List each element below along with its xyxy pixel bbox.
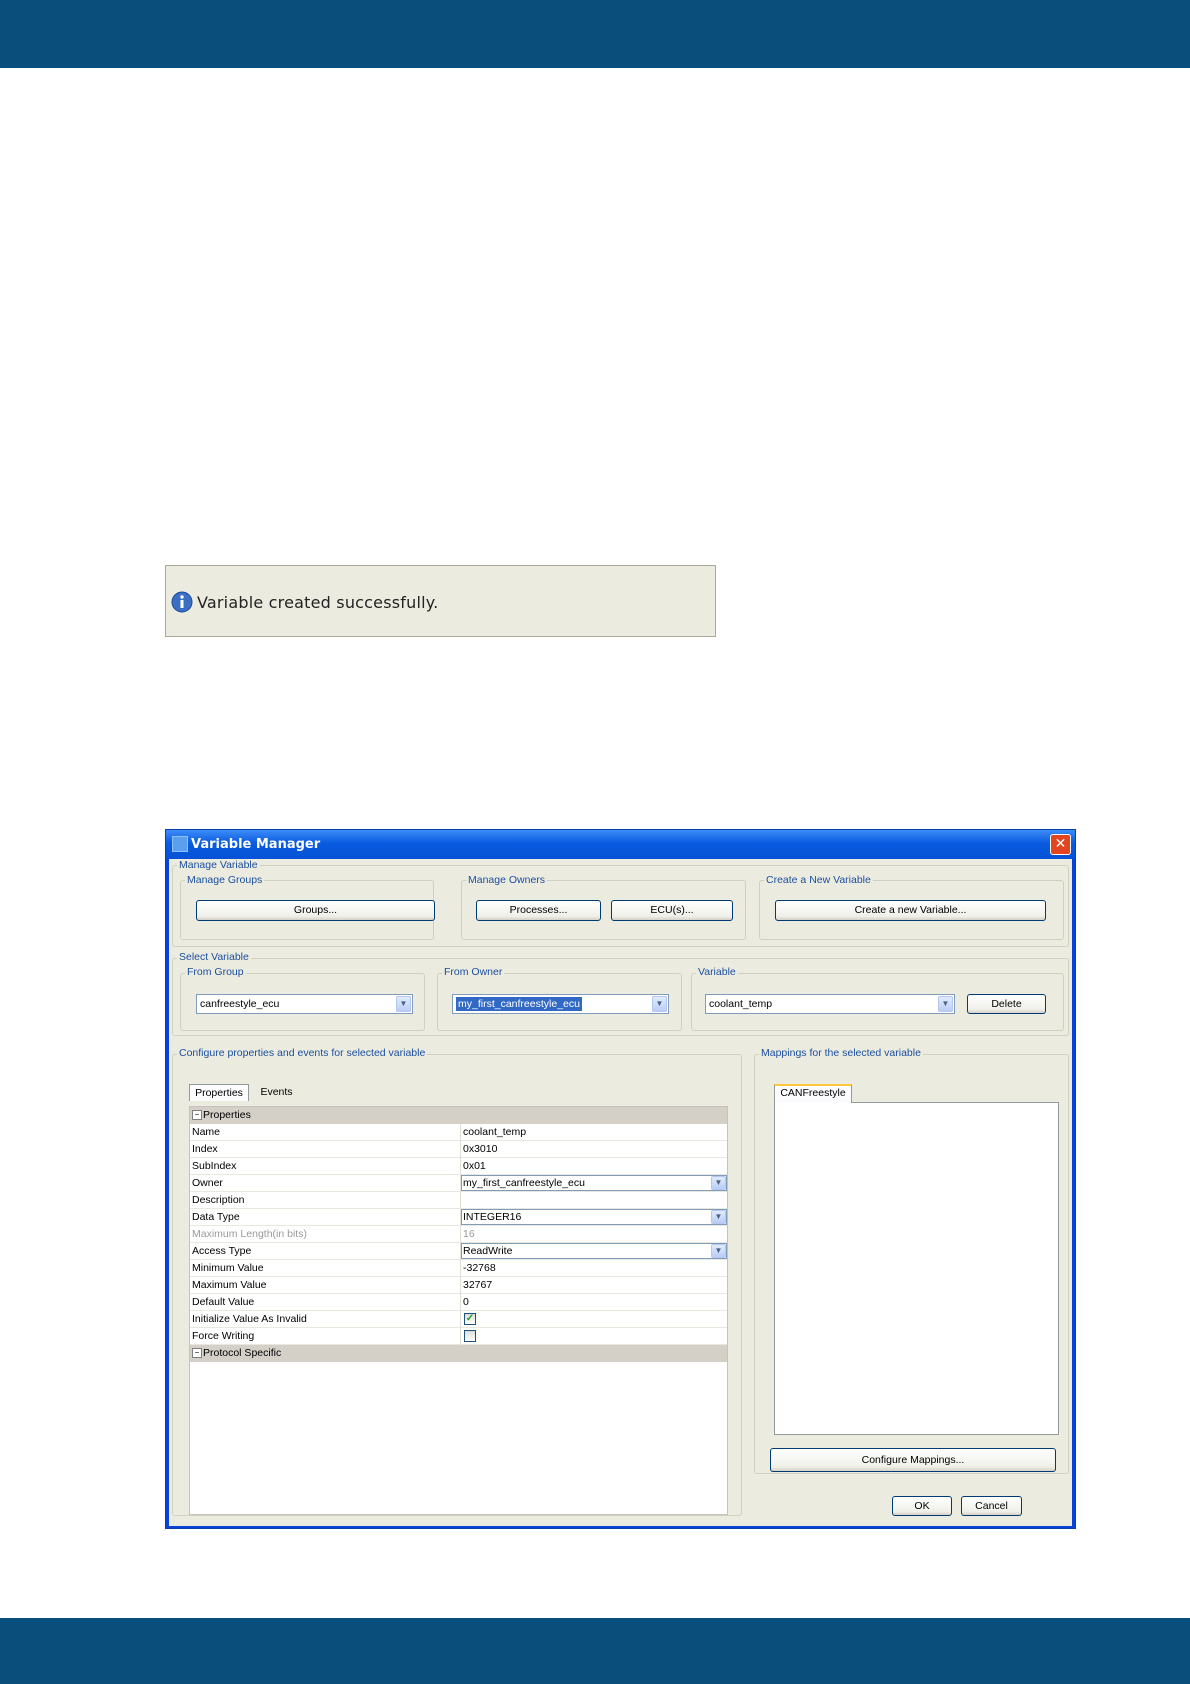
owner-select[interactable]: my_first_canfreestyle_ecu ▼ — [461, 1175, 727, 1191]
close-icon[interactable]: ✕ — [1050, 834, 1071, 855]
property-name: Description — [192, 1194, 245, 1206]
mappings-legend: Mappings for the selected variable — [759, 1047, 923, 1059]
property-value[interactable]: -32768 — [463, 1260, 727, 1276]
property-name: Default Value — [192, 1296, 255, 1308]
groups-button[interactable]: Groups... — [196, 900, 435, 921]
property-name: Maximum Value — [192, 1279, 267, 1291]
chevron-down-icon[interactable]: ▼ — [711, 1176, 726, 1190]
property-value[interactable]: 0x01 — [463, 1158, 727, 1174]
property-row-max-value[interactable]: Maximum Value 32767 — [190, 1277, 727, 1294]
property-value: 16 — [463, 1228, 475, 1240]
property-name: Index — [192, 1143, 218, 1155]
variable-manager-dialog: Variable Manager ✕ Manage Variable Manag… — [165, 829, 1076, 1529]
property-value: my_first_canfreestyle_ecu — [463, 1177, 585, 1189]
property-row-init-invalid[interactable]: Initialize Value As Invalid ✓ — [190, 1311, 727, 1328]
dialog-client-area: Manage Variable Manage Groups Groups... … — [169, 859, 1072, 1526]
from-owner-legend: From Owner — [442, 966, 505, 978]
create-variable-legend: Create a New Variable — [764, 874, 873, 886]
variable-value: coolant_temp — [709, 998, 773, 1010]
from-owner-select[interactable]: my_first_canfreestyle_ecu ▼ — [452, 994, 669, 1014]
property-row-data-type[interactable]: Data Type INTEGER16 ▼ — [190, 1209, 727, 1226]
property-value[interactable]: 0 — [463, 1294, 727, 1310]
access-type-select[interactable]: ReadWrite ▼ — [461, 1243, 727, 1259]
property-row-subindex[interactable]: SubIndex 0x01 — [190, 1158, 727, 1175]
manage-groups-legend: Manage Groups — [185, 874, 265, 886]
app-icon — [172, 836, 188, 852]
from-group-value: canfreestyle_ecu — [200, 998, 280, 1010]
tab-events[interactable]: Events — [254, 1084, 299, 1101]
ecus-button[interactable]: ECU(s)... — [611, 900, 733, 921]
category-properties[interactable]: − Properties — [190, 1107, 727, 1124]
property-value[interactable]: coolant_temp — [463, 1124, 727, 1140]
info-icon — [171, 591, 193, 613]
tab-canfreestyle[interactable]: CANFreestyle — [774, 1084, 852, 1103]
property-row-default-value[interactable]: Default Value 0 — [190, 1294, 727, 1311]
title-bar[interactable]: Variable Manager ✕ — [166, 830, 1075, 859]
manage-variable-legend: Manage Variable — [177, 859, 260, 871]
property-name: Owner — [192, 1177, 223, 1189]
cancel-button[interactable]: Cancel — [961, 1496, 1022, 1516]
mappings-panel — [774, 1102, 1059, 1435]
from-owner-value: my_first_canfreestyle_ecu — [456, 997, 582, 1011]
property-row-force-writing[interactable]: Force Writing — [190, 1328, 727, 1345]
configure-mappings-button[interactable]: Configure Mappings... — [770, 1448, 1056, 1472]
force-writing-checkbox[interactable] — [464, 1330, 476, 1342]
manage-owners-legend: Manage Owners — [466, 874, 548, 886]
chevron-down-icon[interactable]: ▼ — [652, 996, 667, 1012]
property-row-name[interactable]: Name coolant_temp — [190, 1124, 727, 1141]
property-row-description[interactable]: Description — [190, 1192, 727, 1209]
property-name: SubIndex — [192, 1160, 237, 1172]
property-name: Data Type — [192, 1211, 240, 1223]
ok-button[interactable]: OK — [892, 1496, 952, 1516]
collapse-icon[interactable]: − — [192, 1110, 202, 1121]
from-group-select[interactable]: canfreestyle_ecu ▼ — [196, 994, 413, 1014]
property-value[interactable]: 32767 — [463, 1277, 727, 1293]
property-value[interactable]: 0x3010 — [463, 1141, 727, 1157]
select-variable-legend: Select Variable — [177, 951, 251, 963]
chevron-down-icon[interactable]: ▼ — [938, 996, 953, 1012]
property-row-max-length: Maximum Length(in bits) 16 — [190, 1226, 727, 1243]
property-row-access-type[interactable]: Access Type ReadWrite ▼ — [190, 1243, 727, 1260]
property-row-owner[interactable]: Owner my_first_canfreestyle_ecu ▼ — [190, 1175, 727, 1192]
property-name: Maximum Length(in bits) — [192, 1228, 307, 1240]
info-message-box: Variable created successfully. — [165, 565, 716, 637]
chevron-down-icon[interactable]: ▼ — [711, 1244, 726, 1258]
variable-legend: Variable — [696, 966, 738, 978]
from-group-legend: From Group — [185, 966, 246, 978]
category-protocol-label: Protocol Specific — [203, 1347, 282, 1359]
tab-properties[interactable]: Properties — [189, 1084, 249, 1101]
variable-select[interactable]: coolant_temp ▼ — [705, 994, 955, 1014]
property-value: INTEGER16 — [463, 1211, 522, 1223]
property-name: Access Type — [192, 1245, 252, 1257]
category-protocol-specific[interactable]: − Protocol Specific — [190, 1345, 727, 1362]
property-row-index[interactable]: Index 0x3010 — [190, 1141, 727, 1158]
property-row-min-value[interactable]: Minimum Value -32768 — [190, 1260, 727, 1277]
create-variable-button[interactable]: Create a new Variable... — [775, 900, 1046, 921]
collapse-icon[interactable]: − — [192, 1348, 202, 1359]
info-message-text: Variable created successfully. — [197, 593, 439, 612]
property-grid: − Properties Name coolant_temp Index 0x30… — [189, 1106, 728, 1515]
init-invalid-checkbox[interactable]: ✓ — [464, 1313, 476, 1325]
data-type-select[interactable]: INTEGER16 ▼ — [461, 1209, 727, 1225]
category-properties-label: Properties — [203, 1109, 251, 1121]
chevron-down-icon[interactable]: ▼ — [396, 996, 411, 1012]
chevron-down-icon[interactable]: ▼ — [711, 1210, 726, 1224]
delete-button[interactable]: Delete — [967, 994, 1046, 1014]
property-name: Name — [192, 1126, 221, 1138]
property-name: Minimum Value — [192, 1262, 264, 1274]
property-name: Force Writing — [192, 1330, 255, 1342]
property-name: Initialize Value As Invalid — [192, 1313, 307, 1325]
processes-button[interactable]: Processes... — [476, 900, 601, 921]
footer-band — [0, 1618, 1190, 1684]
header-band — [0, 0, 1190, 68]
configure-properties-legend: Configure properties and events for sele… — [177, 1047, 428, 1059]
property-value: ReadWrite — [463, 1245, 513, 1257]
dialog-title: Variable Manager — [191, 837, 321, 852]
